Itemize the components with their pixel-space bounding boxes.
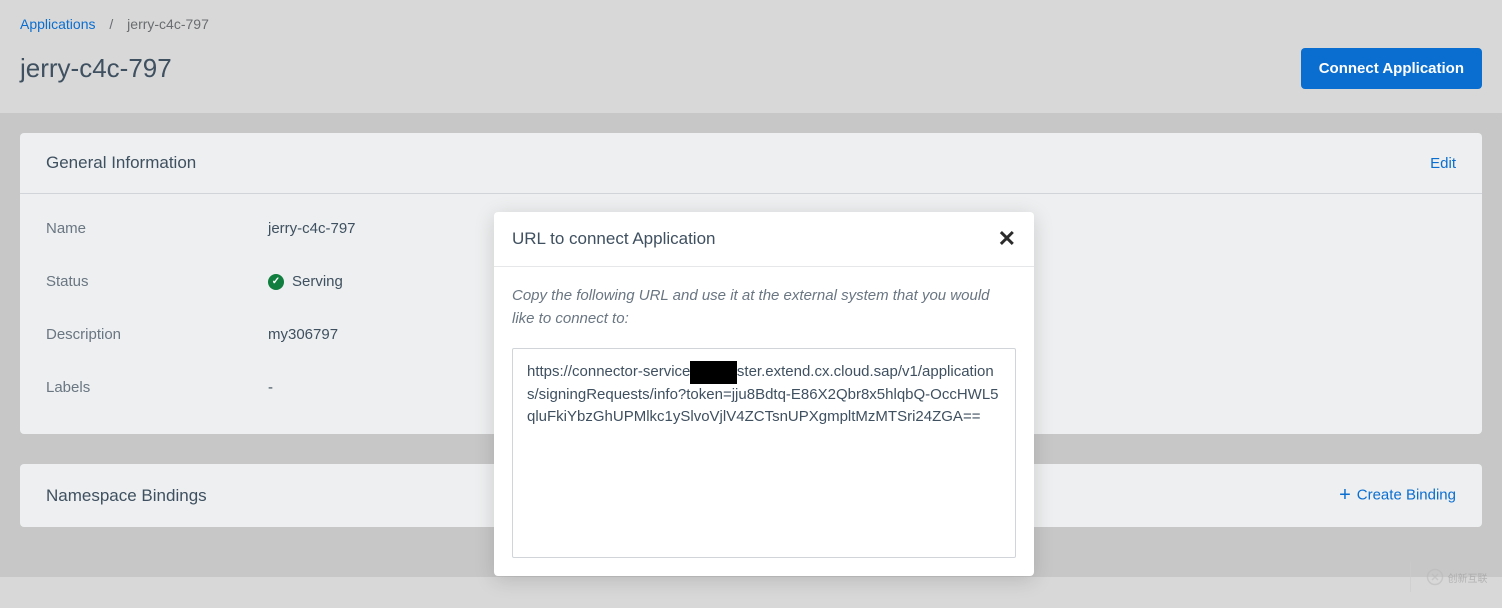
page-header: jerry-c4c-797 Connect Application	[0, 40, 1502, 113]
general-info-title: General Information	[46, 153, 196, 173]
create-binding-text: Create Binding	[1357, 486, 1456, 503]
connection-url-box[interactable]: https://connector-service████ster.extend…	[512, 348, 1016, 558]
edit-link[interactable]: Edit	[1430, 155, 1456, 172]
watermark: 创新互联	[1410, 562, 1502, 592]
breadcrumb: Applications / jerry-c4c-797	[0, 0, 1502, 40]
status-value: Serving	[268, 273, 343, 290]
modal-title: URL to connect Application	[512, 229, 716, 249]
status-serving-icon	[268, 274, 284, 290]
general-info-header: General Information Edit	[20, 133, 1482, 194]
description-label: Description	[46, 326, 268, 343]
modal-hint-text: Copy the following URL and use it at the…	[512, 285, 1016, 330]
watermark-logo-icon	[1426, 568, 1444, 586]
breadcrumb-root-link[interactable]: Applications	[20, 16, 96, 32]
plus-icon: +	[1339, 484, 1351, 506]
labels-value: -	[268, 379, 273, 396]
url-redacted: ████	[690, 361, 737, 384]
status-text: Serving	[292, 273, 343, 290]
description-value: my306797	[268, 326, 338, 343]
url-part1: https://connector-service	[527, 363, 690, 380]
connect-application-button[interactable]: Connect Application	[1301, 48, 1482, 89]
create-binding-link[interactable]: + Create Binding	[1339, 484, 1456, 507]
modal-header: URL to connect Application ✕	[494, 212, 1034, 267]
page-title: jerry-c4c-797	[20, 53, 172, 84]
labels-label: Labels	[46, 379, 268, 396]
bindings-title: Namespace Bindings	[46, 486, 207, 506]
breadcrumb-current: jerry-c4c-797	[127, 16, 209, 32]
modal-body: Copy the following URL and use it at the…	[494, 267, 1034, 576]
status-label: Status	[46, 273, 268, 290]
connect-url-modal: URL to connect Application ✕ Copy the fo…	[494, 212, 1034, 576]
watermark-text: 创新互联	[1448, 570, 1488, 585]
name-value: jerry-c4c-797	[268, 220, 356, 237]
name-label: Name	[46, 220, 268, 237]
breadcrumb-separator: /	[109, 16, 113, 32]
close-icon[interactable]: ✕	[998, 228, 1016, 250]
